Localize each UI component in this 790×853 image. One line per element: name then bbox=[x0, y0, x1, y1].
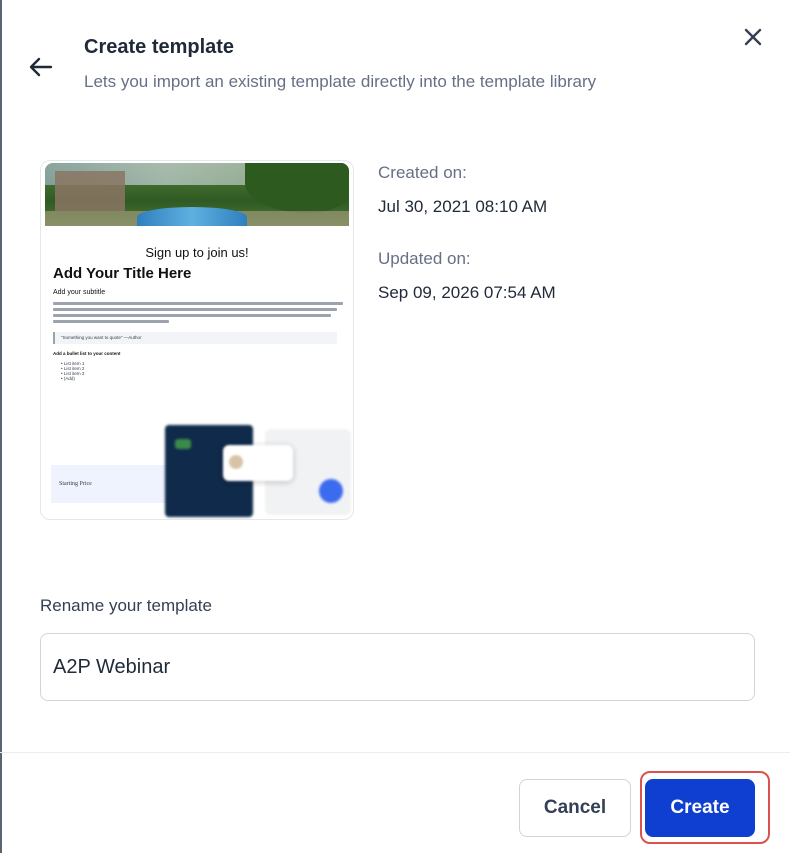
cancel-button[interactable]: Cancel bbox=[519, 779, 631, 837]
created-value: Jul 30, 2021 08:10 AM bbox=[378, 197, 548, 216]
footer-divider bbox=[0, 752, 790, 753]
preview-bullets-title: Add a bullet list to your content bbox=[53, 351, 121, 356]
created-label: Created on: bbox=[378, 163, 467, 182]
preview-paragraph bbox=[53, 302, 343, 326]
updated-label: Updated on: bbox=[378, 249, 471, 268]
close-button[interactable] bbox=[736, 20, 770, 54]
window-edge bbox=[0, 0, 2, 853]
template-name-input[interactable] bbox=[40, 633, 755, 701]
dialog-subtitle: Lets you import an existing template dir… bbox=[84, 72, 597, 91]
preview-subheading: Add your subtitle bbox=[53, 289, 106, 296]
arrow-left-icon bbox=[29, 57, 53, 77]
preview-hero-image bbox=[45, 163, 349, 226]
close-icon bbox=[744, 28, 762, 46]
updated-value: Sep 09, 2026 07:54 AM bbox=[378, 283, 556, 302]
template-preview: Sign up to join us! Add Your Title Here … bbox=[40, 160, 354, 520]
dialog-title: Create template bbox=[84, 36, 235, 58]
preview-blurred-card bbox=[223, 445, 293, 481]
preview-price-label: Starting Price bbox=[59, 481, 92, 487]
back-button[interactable] bbox=[24, 50, 58, 84]
list-item: • (Add) bbox=[61, 376, 75, 381]
preview-bullet-list: • List item 1 • List item 2 • List item … bbox=[61, 361, 84, 381]
preview-heading: Add Your Title Here bbox=[53, 265, 192, 282]
create-button[interactable]: Create bbox=[645, 779, 755, 837]
preview-signup-text: Sign up to join us! bbox=[145, 245, 249, 260]
rename-label: Rename your template bbox=[40, 596, 212, 615]
preview-quote: "Something you want to quote" —Author bbox=[53, 332, 337, 344]
